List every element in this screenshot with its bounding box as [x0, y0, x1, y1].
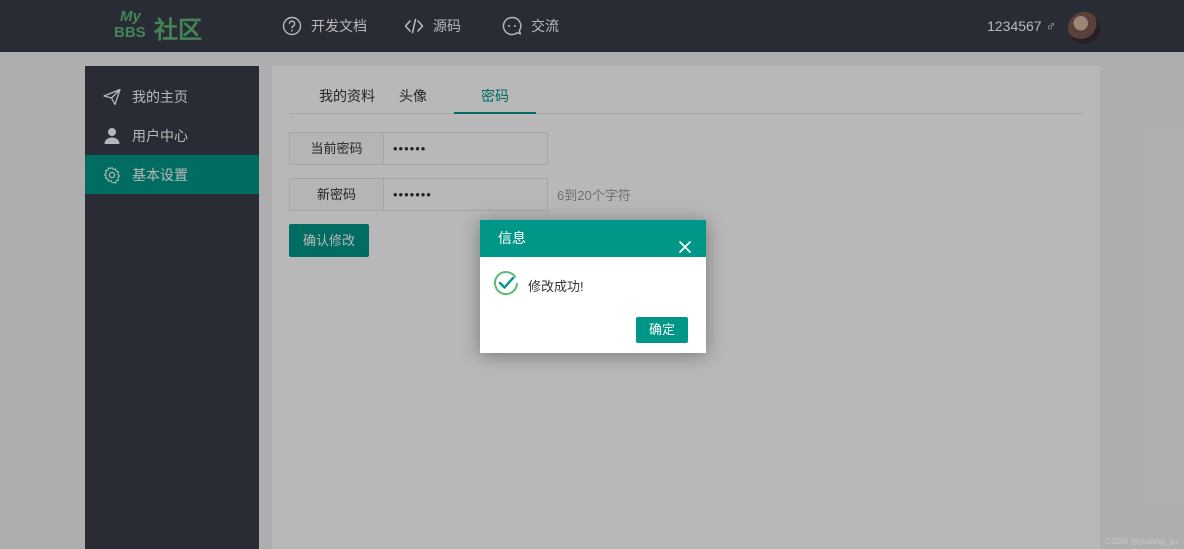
dialog-header: 信息	[480, 220, 706, 257]
dialog-message: 修改成功!	[528, 279, 584, 294]
dialog-title: 信息	[498, 230, 526, 246]
check-circle-icon	[493, 270, 519, 296]
dialog-ok-button[interactable]: 确定	[636, 317, 688, 343]
close-icon[interactable]	[678, 231, 692, 253]
info-dialog: 信息 修改成功! 确定	[480, 220, 706, 353]
watermark: CSDN @yicixing_go	[1105, 537, 1178, 546]
dialog-body: 修改成功! 确定	[480, 257, 706, 353]
